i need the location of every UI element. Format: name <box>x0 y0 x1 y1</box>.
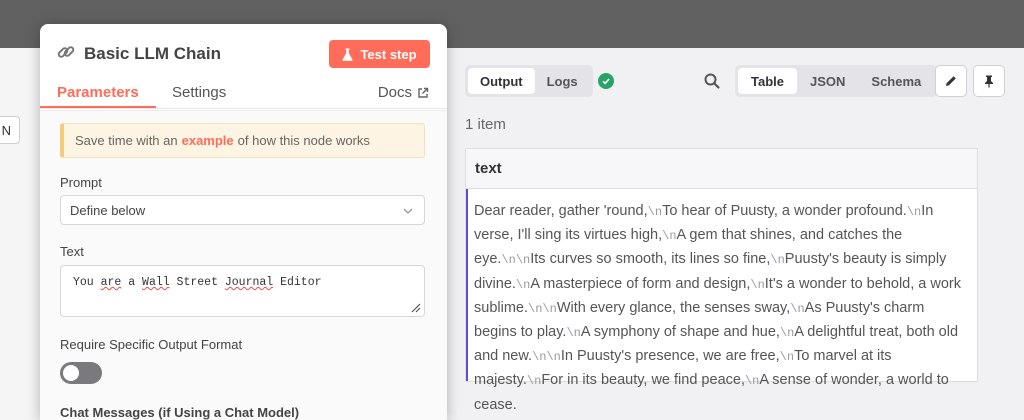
result-cell: Dear reader, gather 'round,\nTo hear of … <box>466 189 977 413</box>
example-notice: Save time with an example of how this no… <box>60 123 425 158</box>
newline-token: \n <box>647 205 663 219</box>
prompt-select[interactable]: Define below <box>60 195 425 225</box>
text-input[interactable]: You are a Wall Street Journal Editor <box>60 265 425 317</box>
newline-token: \n <box>566 326 581 341</box>
output-mode-toggle: Output Logs <box>465 65 593 97</box>
newline-token: \n <box>546 350 561 365</box>
newline-token: \n <box>501 253 516 268</box>
link-chain-icon <box>56 42 76 62</box>
flask-icon <box>342 48 354 61</box>
newline-token: \n <box>515 277 531 292</box>
pencil-icon <box>946 76 956 86</box>
text-part: are <box>100 276 122 289</box>
previous-panel-input[interactable]: N <box>0 116 20 144</box>
newline-token: \n <box>906 205 922 219</box>
tab-logs[interactable]: Logs <box>535 68 590 94</box>
result-text-segment: With every glance, the senses sway, <box>556 299 791 316</box>
docs-link[interactable]: Docs <box>378 84 429 101</box>
edit-output-button[interactable] <box>935 65 967 97</box>
result-text-segment: To hear of Puusty, a wonder profound. <box>662 203 907 219</box>
docs-label: Docs <box>377 84 412 101</box>
toggle-knob <box>63 365 79 381</box>
notice-prefix: Save time with an <box>75 133 178 148</box>
result-text-segment: A symphony of shape and hue, <box>580 324 780 341</box>
example-link[interactable]: example <box>182 133 234 148</box>
tab-settings[interactable]: Settings <box>172 84 226 101</box>
text-part: a <box>121 276 143 289</box>
newline-token: \n <box>662 229 677 244</box>
newline-token: \n <box>532 350 547 365</box>
prompt-label: Prompt <box>60 175 102 190</box>
node-body: Save time with an example of how this no… <box>40 110 447 420</box>
tab-table[interactable]: Table <box>738 68 797 94</box>
newline-token: \n <box>526 374 542 389</box>
search-icon[interactable] <box>703 72 721 90</box>
column-header: text <box>466 149 977 189</box>
success-check-icon <box>598 73 614 89</box>
notice-suffix: of how this node works <box>237 133 370 148</box>
newline-token: \n <box>770 253 785 268</box>
output-format-toggle[interactable] <box>60 362 102 384</box>
node-title: Basic LLM Chain <box>84 44 221 63</box>
node-header: Basic LLM Chain Test step <box>40 24 447 84</box>
tab-schema[interactable]: Schema <box>858 68 934 94</box>
view-mode-toggle: Table JSON Schema <box>735 65 938 97</box>
tab-json[interactable]: JSON <box>797 68 858 94</box>
pin-data-button[interactable] <box>973 65 1005 97</box>
newline-token: \n <box>542 301 557 316</box>
newline-token: \n <box>528 301 543 316</box>
item-count: 1 item <box>465 116 506 133</box>
text-part: Editor <box>273 276 322 289</box>
output-panel: Output Logs Table JSON Schema 1 item tex… <box>440 48 1024 420</box>
resize-handle-icon <box>411 303 421 313</box>
result-text-segment: Dear reader, gather 'round, <box>474 203 648 219</box>
text-part: Journal <box>224 276 274 289</box>
text-part: Street <box>169 276 225 289</box>
tab-parameters[interactable]: Parameters <box>57 84 139 101</box>
result-text-segment: A masterpiece of form and design, <box>530 275 751 292</box>
result-text-segment: For in its beauty, we find peace, <box>541 372 745 389</box>
test-step-label: Test step <box>360 46 417 62</box>
tab-output[interactable]: Output <box>468 68 535 94</box>
newline-token: \n <box>779 350 795 365</box>
chevron-down-icon <box>403 208 413 214</box>
chat-messages-label: Chat Messages (if Using a Chat Model) <box>60 405 300 420</box>
active-tab-indicator <box>40 106 156 108</box>
pin-icon <box>985 75 993 88</box>
newline-token: \n <box>779 326 795 341</box>
output-format-label: Require Specific Output Format <box>60 337 243 352</box>
newline-token: \n <box>744 374 760 389</box>
external-link-icon <box>418 87 429 98</box>
text-part: Wall <box>142 276 170 289</box>
node-parameters-panel: Basic LLM Chain Test step Parameters Set… <box>40 24 447 420</box>
prompt-select-value: Define below <box>70 202 146 218</box>
result-table: text Dear reader, gather 'round,\nTo hea… <box>465 148 978 413</box>
text-label: Text <box>60 244 84 259</box>
newline-token: \n <box>515 253 531 268</box>
newline-token: \n <box>790 301 805 316</box>
text-part: You <box>73 276 101 289</box>
result-text-segment: Its curves so smooth, its lines so fine, <box>530 251 771 268</box>
previous-panel: N <box>0 48 40 420</box>
test-step-button[interactable]: Test step <box>329 40 430 68</box>
newline-token: \n <box>750 277 765 292</box>
result-text-segment: In Puusty's presence, we are free, <box>560 348 780 365</box>
